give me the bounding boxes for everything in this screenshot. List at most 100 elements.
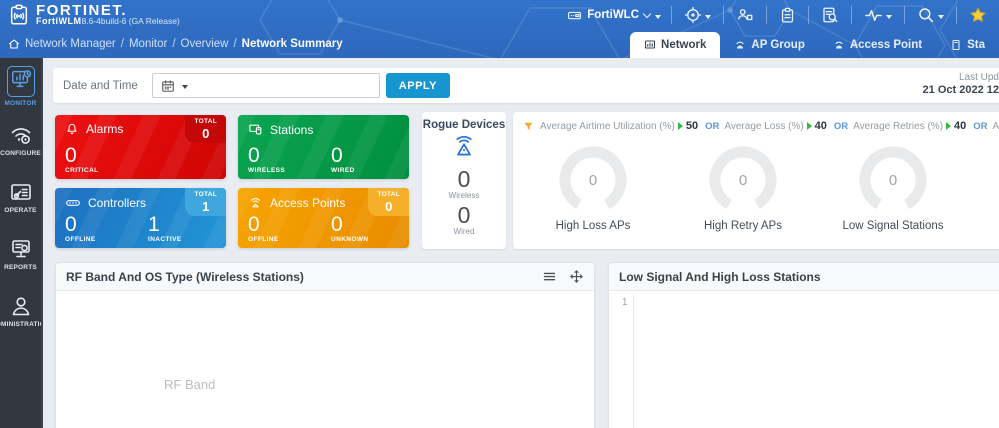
brand-product: FortiWLM <box>36 16 82 26</box>
caret-down-icon <box>886 14 892 19</box>
divider <box>851 6 852 24</box>
fortiwlm-dashboard: FORTINET. FortiWLM8.6-4build-6 (GA Relea… <box>0 0 999 428</box>
clipboard-button[interactable] <box>777 5 798 26</box>
divider <box>671 6 672 24</box>
gauge-label: High Loss APs <box>555 220 631 232</box>
sidebar-item-reports[interactable]: REPORTS <box>0 237 41 294</box>
chevron-down-icon <box>642 9 652 18</box>
sidebar: MONITOR CONFIGURE OPERATE REPORTS MINIST… <box>0 58 43 428</box>
stations-icon <box>249 124 262 135</box>
main-area: MONITOR CONFIGURE OPERATE REPORTS MINIST… <box>0 58 999 428</box>
move-icon[interactable] <box>569 269 584 284</box>
total-value: 0 <box>385 199 393 214</box>
gauge-low-signal-stations: 0 Low Signal Stations <box>827 144 959 232</box>
tab-access-point[interactable]: Access Point <box>819 32 936 58</box>
reports-icon <box>11 240 30 258</box>
last-updated: Last Upd 21 Oct 2022 12 <box>923 71 999 97</box>
rf-band-watermark: RF Band <box>164 377 216 392</box>
or-label: OR <box>705 120 720 132</box>
tab-label: Access Point <box>849 39 923 51</box>
tab-station[interactable]: Sta <box>936 32 999 58</box>
alarms-card[interactable]: Alarms TOTAL 0 0 CRITICAL <box>55 115 226 179</box>
sidebar-item-monitor[interactable]: MONITOR <box>0 66 41 123</box>
metric-label: UNKNOWN <box>331 235 369 243</box>
breadcrumb-item-overview[interactable]: Overview <box>181 38 229 50</box>
caret-down-icon <box>655 14 661 19</box>
filter-funnel-icon <box>524 122 533 130</box>
search-button[interactable] <box>915 4 946 26</box>
device-selector[interactable]: FortiWLC <box>567 8 661 23</box>
menu-icon[interactable] <box>542 269 557 284</box>
threshold-value: 40 <box>954 120 967 132</box>
rogue-wired-value: 0 <box>457 202 471 228</box>
card-title: Alarms <box>86 122 124 136</box>
rogue-devices-card[interactable]: Rogue Devices 0 Wireless 0 Wired <box>422 112 506 249</box>
topology-button[interactable] <box>734 4 756 26</box>
operate-wrench-icon <box>10 184 31 200</box>
breadcrumb-item-monitor[interactable]: Monitor <box>129 38 167 50</box>
last-updated-value: 21 Oct 2022 12 <box>922 84 999 96</box>
access-point-icon <box>835 41 843 49</box>
rogue-ap-icon <box>456 135 472 156</box>
axis-line <box>633 295 634 428</box>
breadcrumb-separator: / <box>172 38 176 50</box>
sidebar-item-configure[interactable]: CONFIGURE <box>0 123 41 180</box>
network-chart-icon <box>644 40 656 49</box>
metric-critical: 0 CRITICAL <box>65 145 148 175</box>
access-point-icon <box>250 198 261 208</box>
clipboard-icon <box>781 7 794 23</box>
home-icon[interactable] <box>8 38 20 50</box>
header-actions: FortiWLC <box>567 4 989 27</box>
tab-network[interactable]: Network <box>630 32 721 58</box>
breadcrumb-item-network-summary: Network Summary <box>241 38 343 50</box>
calendar-icon <box>162 79 174 92</box>
report-search-button[interactable] <box>819 4 841 26</box>
view-tabs: Network AP Group Access Point Sta <box>630 30 999 58</box>
locate-icon <box>684 6 702 24</box>
total-badge: TOTAL 0 <box>368 188 409 216</box>
or-label: OR <box>973 120 988 132</box>
metric-label: OFFLINE <box>248 235 279 243</box>
favorites-button[interactable] <box>967 4 989 26</box>
tab-ap-group[interactable]: AP Group <box>720 32 818 58</box>
sidebar-item-operate[interactable]: OPERATE <box>0 180 41 237</box>
sidebar-item-label: ADMINISTRATION <box>0 321 41 328</box>
metric-value: 0 <box>331 212 343 236</box>
card-metrics: 0 OFFLINE 0 UNKNOWN <box>248 214 409 244</box>
controllers-card[interactable]: Controllers TOTAL 1 0 OFFLINE 1 INACTIVE <box>55 188 226 248</box>
health-thresholds-card: Average Airtime Utilization (%) 50 OR Ave… <box>513 112 999 249</box>
gauge-label: High Retry APs <box>704 220 782 232</box>
metric-label: OFFLINE <box>65 235 96 243</box>
sidebar-item-label: MONITOR <box>4 100 37 107</box>
threshold-label: Average Retries (%) <box>853 120 944 132</box>
topology-users-icon <box>737 9 753 21</box>
caret-down-icon <box>181 85 188 89</box>
date-time-picker[interactable] <box>151 73 380 98</box>
threshold-above-icon <box>677 122 683 130</box>
metric-wireless: 0 WIRELESS <box>248 145 331 175</box>
apply-button[interactable]: APPLY <box>385 73 450 98</box>
brand-block: FORTINET. FortiWLM8.6-4build-6 (GA Relea… <box>8 3 180 26</box>
device-selector-label: FortiWLC <box>587 9 639 21</box>
card-metrics: 0 CRITICAL <box>65 145 148 175</box>
controller-icon <box>568 11 582 19</box>
metric-label: WIRED <box>331 166 355 174</box>
locate-button[interactable] <box>682 4 713 26</box>
brand-version: FortiWLM8.6-4build-6 (GA Release) <box>36 17 180 26</box>
station-icon <box>952 39 960 51</box>
controller-pill-icon <box>66 200 80 206</box>
sidebar-item-administration[interactable]: ADMINISTRATION <box>0 294 41 351</box>
content-area: Date and Time APPLY Last Upd 21 Oct 2022… <box>43 58 999 428</box>
threshold-label: Average Loss (%) <box>724 120 804 132</box>
search-icon <box>919 8 934 23</box>
stations-card[interactable]: Stations 0 WIRELESS 0 WIRED <box>238 115 409 179</box>
tab-label: AP Group <box>751 39 805 51</box>
access-points-card[interactable]: Access Points TOTAL 0 0 OFFLINE 0 UNKNOW… <box>238 188 409 248</box>
threshold-value: 50 <box>685 120 699 132</box>
sidebar-item-label: OPERATE <box>4 207 37 214</box>
health-button[interactable] <box>862 4 894 27</box>
card-title: Rogue Devices <box>422 119 506 131</box>
breadcrumb-item-network-manager[interactable]: Network Manager <box>25 38 116 50</box>
panel-actions <box>542 269 584 284</box>
metric-value: 0 <box>65 212 77 236</box>
